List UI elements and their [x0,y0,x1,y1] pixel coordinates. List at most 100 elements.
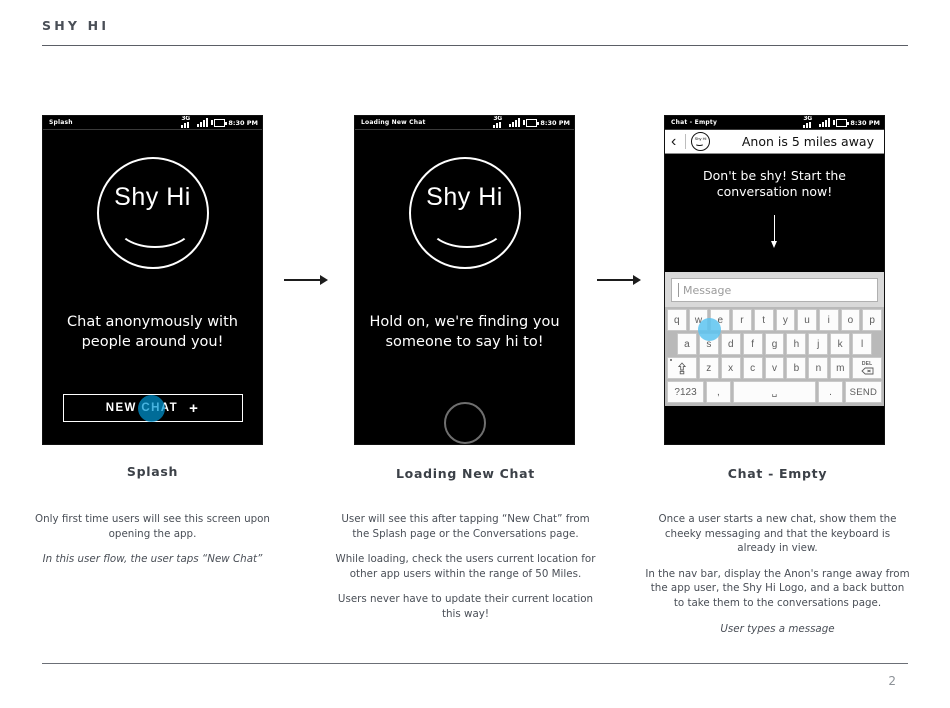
shy-hi-logo: Shy Hi [408,157,521,269]
chat-nav-title: Anon is 5 miles away [741,134,874,149]
smile-icon [427,214,506,248]
key-f[interactable]: f [742,333,763,355]
key-j[interactable]: j [808,333,829,355]
on-screen-keyboard: q w e r t y u i o p a s d f g h j k l z … [665,307,884,406]
delete-key[interactable]: DEL [852,357,883,379]
message-input[interactable]: Message [671,278,878,302]
key-c[interactable]: c [742,357,763,379]
text-caret [678,283,679,297]
caption-title: Splash [126,464,179,479]
smile-icon [695,141,705,146]
caption-paragraph: User types a message [720,622,835,635]
battery-icon [211,118,228,127]
status-icons: 3G 8:30 PM [803,116,880,129]
key-u[interactable]: u [797,309,817,331]
caption-paragraph: User will see this after tapping “New Ch… [341,513,590,540]
caption-paragraph: Only first time users will see this scre… [35,513,270,540]
caption-paragraph: While loading, check the users current l… [335,553,596,580]
caption-chat: Chat - Empty Once a user starts a new ch… [645,466,910,636]
flow-arrow-1-icon [284,274,328,286]
flow-step-chat: Chat - Empty 3G 8:30 PM ‹ Shy Hi Anon is… [664,115,885,445]
shy-hi-logo-small[interactable]: Shy Hi [691,132,710,151]
comma-key[interactable]: , [706,381,731,403]
key-o[interactable]: o [840,309,861,331]
page-number: 2 [888,674,896,688]
key-k[interactable]: k [830,333,851,355]
shift-dot-icon [670,359,672,361]
plus-icon: + [189,399,200,417]
key-z[interactable]: z [698,357,719,379]
signal-bars-icon [819,118,831,127]
key-h[interactable]: h [786,333,807,355]
3g-icon: 3G [803,116,816,129]
symbols-key[interactable]: ?123 [667,381,705,403]
caption-title: Chat - Empty [727,466,828,481]
caption-title: Loading New Chat [396,466,535,481]
logo-label: Shy Hi [426,183,503,211]
status-screen-label: Splash [49,119,73,126]
status-bar-loading: Loading New Chat 3G 8:30 PM [355,116,574,130]
caption-paragraph: In this user flow, the user taps “New Ch… [42,553,263,566]
nav-divider [685,134,686,149]
key-d[interactable]: d [720,333,741,355]
shy-hi-logo: Shy Hi [96,157,209,269]
keyboard-row-2: a s d f g h j k l [667,333,882,355]
keyboard-row-3: z x c v b n m DEL [667,357,883,379]
status-time: 8:30 PM [540,118,570,127]
key-m[interactable]: m [830,357,851,379]
signal-bars-icon [197,118,209,127]
key-b[interactable]: b [786,357,807,379]
flow-step-loading: Loading New Chat 3G 8:30 PM Shy Hi Hold … [354,115,575,445]
caption-body: Once a user starts a new chat, show them… [645,512,910,636]
key-w[interactable]: w [688,309,709,331]
back-chevron-icon[interactable]: ‹ [671,133,682,150]
status-screen-label: Chat - Empty [671,119,718,126]
status-bar-chat: Chat - Empty 3G 8:30 PM [665,116,884,130]
page-footer: 2 [42,663,908,688]
caption-body: Only first time users will see this scre… [20,512,285,567]
key-g[interactable]: g [764,333,785,355]
status-icons: 3G 8:30 PM [493,116,570,129]
key-y[interactable]: y [775,309,796,331]
3g-icon: 3G [181,116,194,129]
key-x[interactable]: x [720,357,741,379]
key-v[interactable]: v [764,357,785,379]
key-s[interactable]: s [698,333,719,355]
key-q[interactable]: q [666,309,687,331]
key-a[interactable]: a [677,333,697,355]
3g-bars [803,121,812,128]
loading-headline: Hold on, we're finding you someone to sa… [369,314,560,350]
splash-screen-body: Shy Hi Chat anonymously with people arou… [43,130,262,444]
caption-paragraph: Users never have to update their current… [337,593,594,621]
battery-icon [523,118,540,127]
caption-loading: Loading New Chat User will see this afte… [333,466,598,622]
chat-empty-body: Don't be shy! Start the conversation now… [665,154,884,272]
loading-screen-body: Shy Hi Hold on, we're finding you someon… [355,130,574,444]
send-key[interactable]: SEND [844,381,882,403]
splash-headline: Chat anonymously with people around you! [67,314,238,350]
status-icons: 3G 8:30 PM [181,116,258,129]
new-chat-button[interactable]: NEW CHAT + [62,394,243,423]
3g-bars [181,121,190,128]
status-bar-splash: Splash 3G 8:30 PM [43,116,262,130]
3g-icon: 3G [493,116,506,129]
slide-page: SHY HI Splash 3G 8:30 PM Shy Hi Chat ano… [0,0,950,708]
phone-mockup-splash: Splash 3G 8:30 PM Shy Hi Chat anonymousl… [42,115,263,445]
key-i[interactable]: i [818,309,839,331]
shift-key[interactable] [667,357,697,379]
logo-label: Shy Hi [114,183,191,211]
key-t[interactable]: t [753,309,774,331]
key-p[interactable]: p [862,309,883,331]
key-r[interactable]: r [732,309,752,331]
key-l[interactable]: l [852,333,873,355]
battery-icon [833,118,850,127]
period-key[interactable]: . [818,381,843,403]
space-key[interactable]: ␣ [732,381,817,403]
caption-body: User will see this after tapping “New Ch… [333,512,598,622]
key-e[interactable]: e [710,309,731,331]
flow-arrow-2-icon [597,274,641,286]
chat-cta-text: Don't be shy! Start the conversation now… [703,168,846,200]
key-n[interactable]: n [808,357,829,379]
caption-paragraph: In the nav bar, display the Anon's range… [645,567,910,610]
status-time: 8:30 PM [850,118,880,127]
